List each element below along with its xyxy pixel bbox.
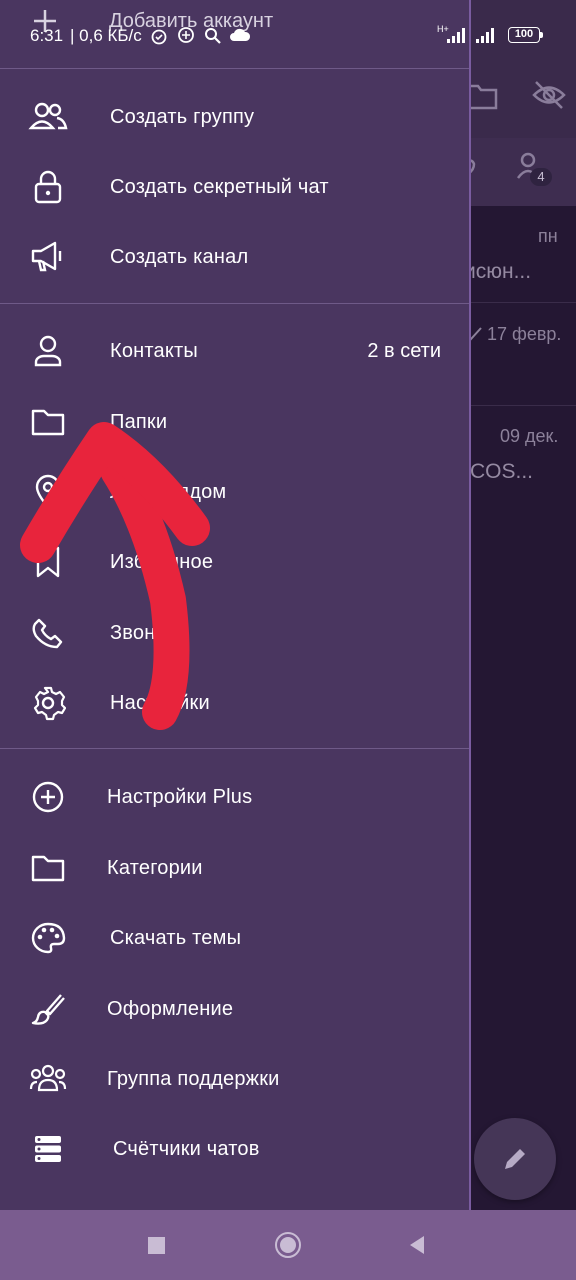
drawer-item-folders[interactable]: Папки — [0, 387, 469, 457]
alarm-icon — [151, 29, 167, 45]
drawer-item-settings[interactable]: Настройки — [0, 668, 469, 738]
lock-icon — [28, 167, 68, 207]
pencil-icon — [505, 1149, 525, 1169]
battery-icon: 100 — [508, 27, 540, 43]
battery-level: 100 — [514, 28, 534, 40]
drawer-item-appearance[interactable]: Оформление — [0, 974, 469, 1044]
drawer-item-label: Скачать темы — [110, 926, 242, 949]
signal-icon — [447, 28, 465, 43]
drawer-item-label: Папки — [110, 410, 168, 433]
person-icon — [28, 331, 68, 371]
drawer-item-download-themes[interactable]: Скачать темы — [0, 903, 469, 973]
bookmark-icon — [28, 542, 68, 582]
back-icon[interactable] — [408, 1235, 426, 1255]
search-status-icon — [205, 28, 221, 44]
status-time: 6:31 — [30, 26, 64, 45]
navigation-drawer: Добавить аккаунт Создать группу Создать … — [0, 0, 471, 1210]
signal-icon — [476, 28, 494, 43]
megaphone-icon — [28, 237, 68, 277]
battery-tip — [540, 32, 543, 38]
chat-date: 17 февр. — [487, 324, 562, 344]
drawer-item-support-group[interactable]: Группа поддержки — [0, 1044, 469, 1114]
gear-icon — [28, 683, 68, 723]
compose-button[interactable] — [474, 1118, 556, 1200]
chat-date: пн — [538, 226, 558, 246]
location-icon — [28, 472, 68, 512]
drawer-item-create-channel[interactable]: Создать канал — [0, 222, 469, 292]
status-bar: 6:31 | 0,6 КБ/с H+ 100 — [0, 0, 576, 56]
drawer-item-categories[interactable]: Категории — [0, 833, 469, 903]
palette-icon — [28, 918, 68, 958]
drawer-item-calls[interactable]: Звонки — [0, 598, 469, 668]
drawer-item-chat-counters[interactable]: Счётчики чатов — [0, 1114, 469, 1184]
drawer-item-label: Категории — [107, 856, 203, 879]
drawer-item-label: Создать секретный чат — [110, 175, 329, 198]
drawer-item-label: Создать канал — [110, 245, 249, 268]
home-button-dot — [280, 1237, 296, 1253]
drawer-divider — [0, 303, 469, 304]
drawer-item-label: Оформление — [107, 997, 234, 1020]
drawer-item-people-nearby[interactable]: Люди рядом — [0, 457, 469, 527]
drawer-divider — [0, 68, 469, 69]
recents-button[interactable] — [148, 1237, 165, 1254]
online-count: 2 в сети — [367, 339, 441, 362]
drawer-item-label: Люди рядом — [110, 480, 227, 503]
drawer-divider — [0, 748, 469, 749]
drawer-item-settings-plus[interactable]: Настройки Plus — [0, 762, 469, 832]
unread-badge: 4 — [530, 168, 552, 186]
group-icon — [28, 97, 68, 137]
plus-circle-icon — [28, 777, 68, 817]
cloud-icon — [230, 28, 251, 41]
chat-date: 09 дек. — [500, 426, 559, 446]
brush-icon — [28, 989, 68, 1029]
counters-icon — [28, 1129, 68, 1169]
chat-preview: COS... — [470, 460, 534, 483]
home-button[interactable] — [275, 1232, 301, 1258]
phone-icon — [28, 613, 68, 653]
drawer-item-label: Настройки Plus — [107, 785, 253, 808]
drawer-item-label: Создать группу — [110, 105, 255, 128]
eye-off-icon[interactable] — [532, 80, 566, 110]
location-status-icon — [178, 27, 194, 43]
drawer-item-label: Счётчики чатов — [113, 1137, 260, 1160]
drawer-item-contacts[interactable]: Контакты 2 в сети — [0, 316, 469, 386]
support-group-icon — [28, 1059, 68, 1099]
folder-icon — [28, 848, 68, 888]
drawer-item-create-group[interactable]: Создать группу — [0, 82, 469, 152]
folder-icon — [28, 402, 68, 442]
drawer-item-label: Контакты — [110, 339, 198, 362]
network-speed: | 0,6 КБ/с — [70, 26, 142, 45]
chat-preview: исюн... — [464, 260, 532, 283]
drawer-item-label: Настройки — [110, 691, 210, 714]
drawer-item-secret-chat[interactable]: Создать секретный чат — [0, 152, 469, 222]
drawer-item-label: Звонки — [110, 621, 176, 644]
system-navigation-bar — [0, 1210, 576, 1280]
drawer-item-saved[interactable]: Избранное — [0, 527, 469, 597]
drawer-item-label: Избранное — [110, 550, 214, 573]
drawer-item-label: Группа поддержки — [107, 1067, 280, 1090]
